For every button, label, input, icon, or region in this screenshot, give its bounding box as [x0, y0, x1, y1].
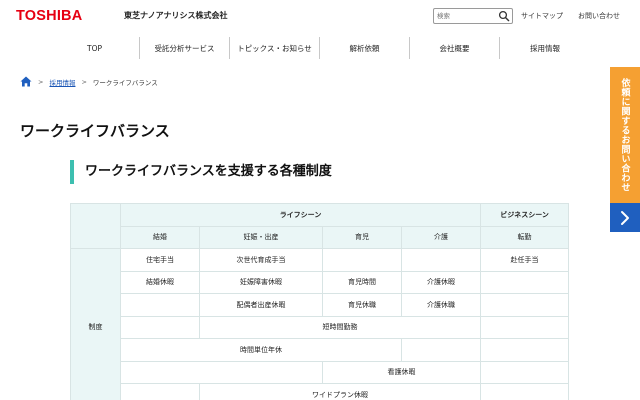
table-cell — [400, 248, 482, 272]
table-cell: 次世代育成手当 — [199, 248, 323, 272]
search-icon[interactable] — [498, 10, 510, 22]
column-header-kaigo: 介護 — [400, 225, 482, 249]
breadcrumb-current: ワークライフバランス — [92, 78, 158, 87]
table-row: 配偶者出産休暇 育児休職 介護休職 — [71, 293, 570, 317]
nav-item-topics[interactable]: トピックス・お知らせ — [230, 37, 320, 59]
group-header-lifescene: ライフシーン — [119, 203, 482, 227]
table-cell — [480, 360, 570, 384]
table-header-row: ライフシーン ビジネスシーン — [70, 203, 570, 249]
nav-item-services[interactable]: 受託分析サービス — [140, 37, 230, 59]
table-cell — [480, 338, 570, 362]
home-icon[interactable] — [20, 76, 32, 87]
system-table: ライフシーン ビジネスシーン 結婚 妊娠・出産 育児 介護 転勤 制度 住宅手当… — [70, 203, 570, 400]
nav-item-recruit[interactable]: 採用情報 — [500, 37, 590, 59]
table-cell — [120, 383, 200, 400]
table-cell — [480, 315, 570, 339]
search-input[interactable] — [437, 10, 497, 22]
site-header: TOSHIBA 東芝ナノアナリシス株式会社 サイトマップ お問い合わせ — [0, 0, 640, 36]
row-header-seido: 制度 — [70, 248, 121, 400]
company-name[interactable]: 東芝ナノアナリシス株式会社 — [124, 10, 227, 21]
contact-link[interactable]: お問い合わせ — [578, 11, 620, 21]
table-cell: 妊娠障害休暇 — [199, 270, 323, 294]
contact-side-tab-label-area[interactable]: 依頼に関するお問い合わせ — [610, 67, 640, 203]
column-header-ikuji: 育児 — [322, 225, 402, 249]
toshiba-logo[interactable]: TOSHIBA — [16, 8, 82, 24]
system-table-wrapper: ライフシーン ビジネスシーン 結婚 妊娠・出産 育児 介護 転勤 制度 住宅手当… — [70, 203, 570, 400]
nav-item-company[interactable]: 会社概要 — [410, 37, 500, 59]
table-subheader-row: 結婚 妊娠・出産 育児 介護 転勤 — [71, 225, 570, 249]
table-cell: ワイドプラン休暇 — [198, 383, 482, 400]
column-header-ninshin: 妊娠・出産 — [199, 225, 323, 249]
table-cell: 結婚休暇 — [120, 270, 200, 294]
table-cell — [480, 293, 570, 317]
table-cell — [480, 270, 570, 294]
search-box — [433, 8, 513, 24]
section-title: ワークライフバランスを支援する各種制度 — [70, 160, 332, 184]
column-header-tenkin: 転勤 — [480, 225, 570, 249]
page-title: ワークライフバランス — [20, 122, 170, 140]
sitemap-link[interactable]: サイトマップ — [521, 11, 563, 21]
breadcrumb-recruit-link[interactable]: 採用情報 — [49, 77, 75, 87]
breadcrumb-separator: > — [81, 77, 87, 86]
table-corner-cell — [70, 203, 121, 249]
chevron-right-icon — [621, 210, 629, 225]
table-cell: 育児休職 — [322, 293, 402, 317]
table-cell: 看護休暇 — [321, 360, 482, 384]
contact-side-tab-label: 依頼に関するお問い合わせ — [619, 78, 630, 192]
table-row: 結婚休暇 妊娠障害休暇 育児時間 介護休暇 — [71, 270, 570, 294]
column-header-kekkon: 結婚 — [120, 225, 200, 249]
table-row: 時間単位年休 — [71, 338, 570, 362]
table-cell: 短時間勤務 — [198, 315, 482, 339]
table-cell: 配偶者出産休暇 — [199, 293, 323, 317]
table-cell: 介護休職 — [400, 293, 482, 317]
table-row: 看護休暇 — [71, 360, 570, 384]
table-cell: 育児時間 — [322, 270, 402, 294]
table-row: ワイドプラン休暇 — [71, 383, 570, 400]
table-cell: 赴任手当 — [480, 248, 570, 272]
table-cell — [400, 338, 482, 362]
breadcrumb-separator: > — [38, 77, 44, 86]
breadcrumb: > 採用情報 > ワークライフバランス — [20, 76, 158, 87]
table-cell — [120, 315, 200, 339]
nav-item-top[interactable]: TOP — [50, 37, 140, 59]
table-cell — [120, 360, 323, 384]
table-cell: 介護休暇 — [400, 270, 482, 294]
group-header-businessscene: ビジネスシーン — [480, 203, 570, 227]
table-row: 制度 住宅手当 次世代育成手当 赴任手当 — [70, 248, 570, 400]
global-nav: TOP 受託分析サービス トピックス・お知らせ 解析依頼 会社概要 採用情報 — [0, 37, 640, 59]
table-cell — [120, 293, 200, 317]
table-cell — [480, 383, 570, 400]
contact-side-tab[interactable]: 依頼に関するお問い合わせ — [610, 67, 640, 232]
contact-side-tab-arrow-area[interactable] — [610, 203, 640, 232]
nav-item-analysis-request[interactable]: 解析依頼 — [320, 37, 410, 59]
table-row: 短時間勤務 — [71, 315, 570, 339]
table-cell: 住宅手当 — [120, 248, 200, 272]
table-cell: 時間単位年休 — [120, 338, 402, 362]
table-cell — [322, 248, 402, 272]
